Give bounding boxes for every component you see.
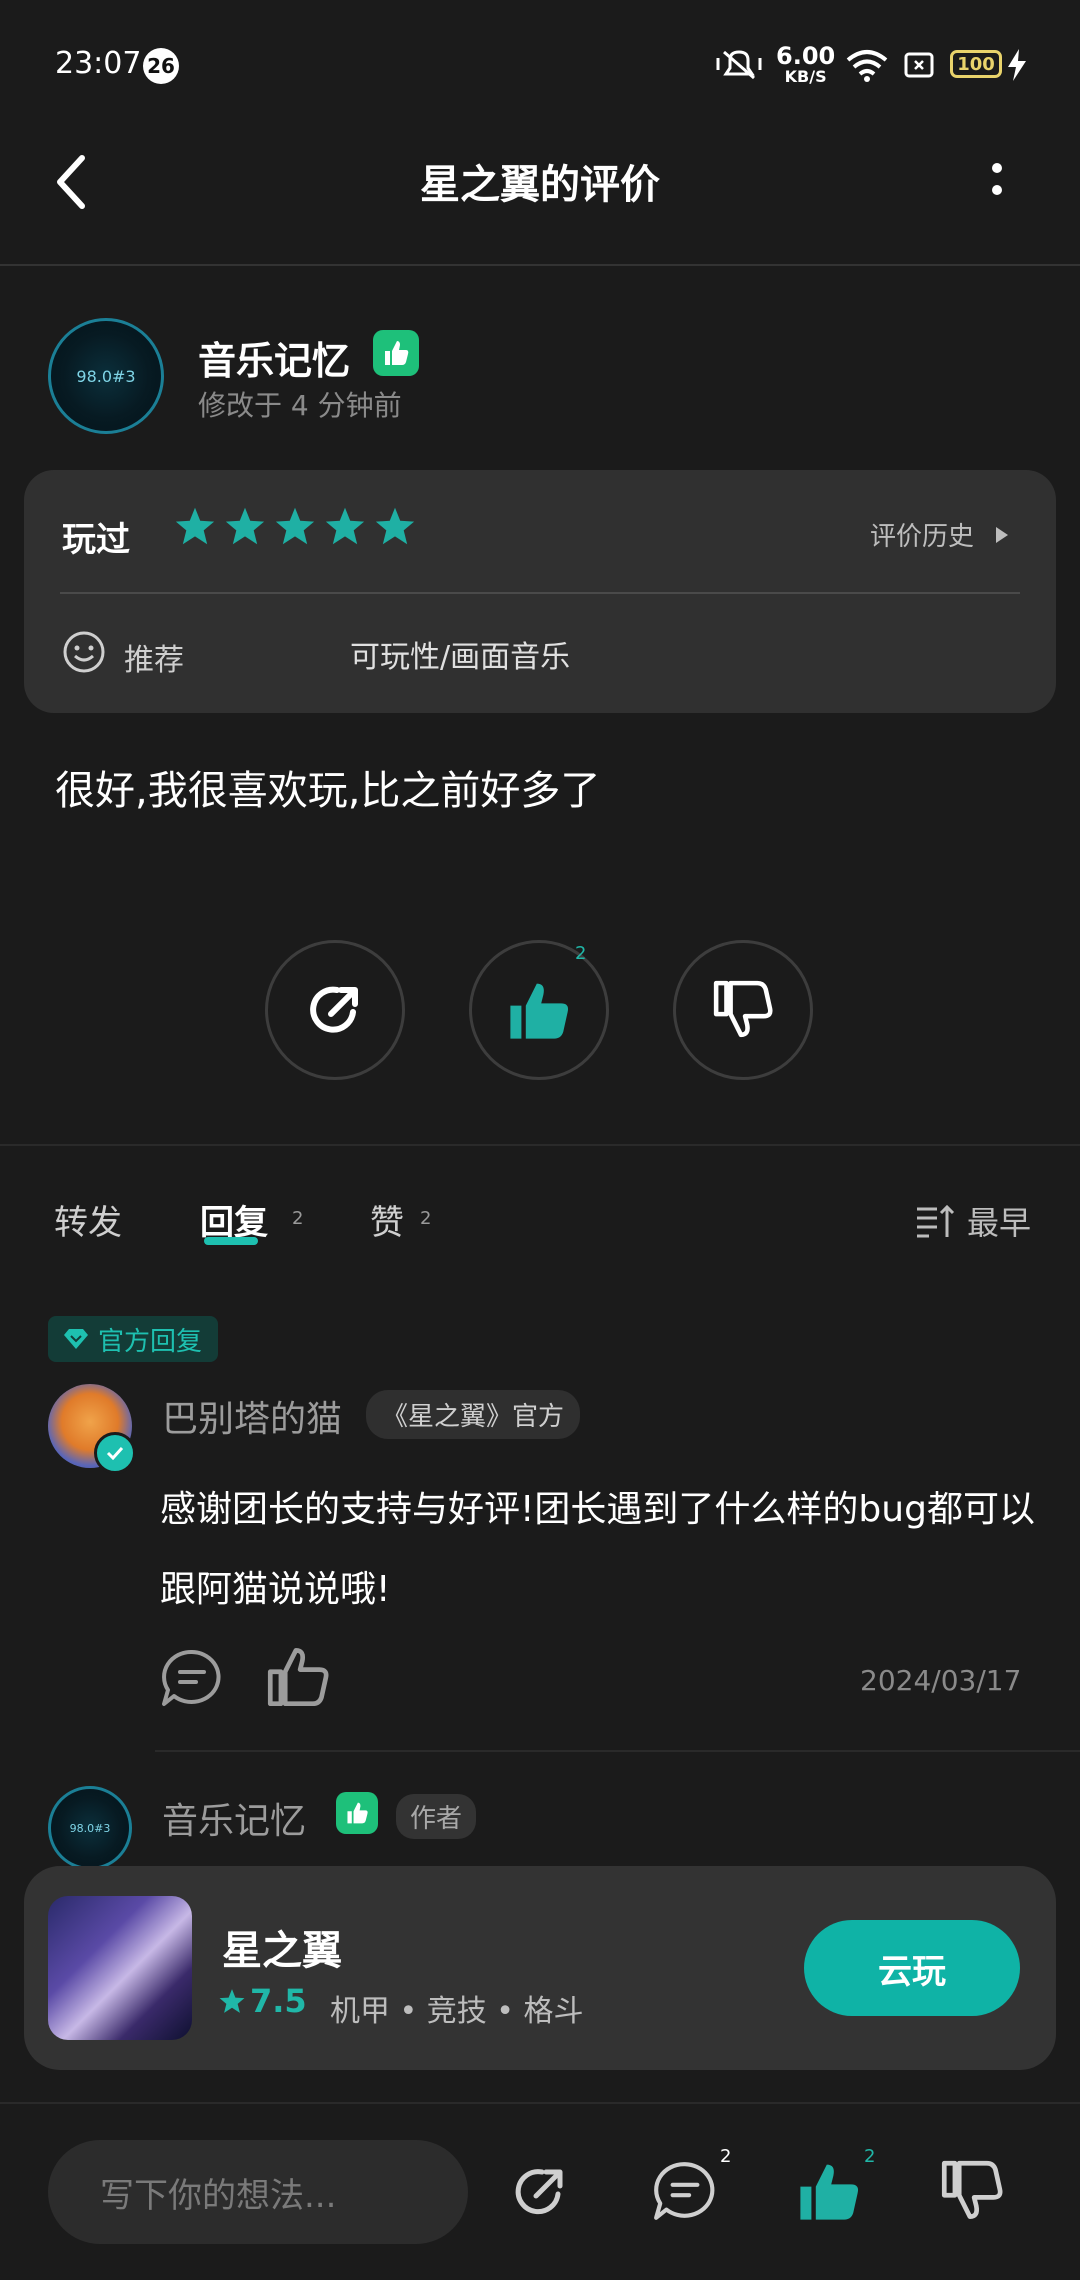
star-icon	[219, 1989, 245, 2013]
modified-time: 修改于 4 分钟前	[198, 389, 402, 422]
tab-likes-count: 2	[420, 1208, 432, 1229]
rating-history-link[interactable]: 评价历史	[870, 516, 1010, 553]
share-icon[interactable]	[508, 2160, 572, 2224]
recommend-badge-icon	[336, 1792, 378, 1834]
battery-indicator: 100	[950, 50, 1002, 78]
star-icon	[325, 507, 365, 545]
status-bar: 23:07 26 6.00 KB/S 100	[0, 0, 1080, 120]
game-cover-image[interactable]	[48, 1896, 192, 2040]
star-icon	[375, 507, 415, 545]
recommend-badge-icon	[373, 330, 419, 376]
star-icon	[225, 507, 265, 545]
comment-input[interactable]: 写下你的想法...	[48, 2140, 468, 2244]
replier-name[interactable]: 巴别塔的猫	[162, 1390, 342, 1442]
tab-likes[interactable]: 赞	[370, 1195, 404, 1244]
review-tags: 可玩性/画面音乐	[350, 640, 571, 675]
recommend-label: 推荐	[124, 643, 184, 678]
more-options-icon[interactable]	[984, 160, 1010, 200]
page-title: 星之翼的评价	[420, 162, 660, 208]
reply-date: 2024/03/17	[860, 1664, 1022, 1697]
thumbs-down-icon[interactable]	[940, 2160, 1004, 2222]
play-triangle-icon	[996, 527, 1009, 543]
cloud-play-button[interactable]: 云玩	[804, 1920, 1020, 2016]
comment-icon[interactable]	[652, 2160, 718, 2222]
bottom-divider	[0, 2102, 1080, 2104]
played-label: 玩过	[62, 520, 130, 560]
second-replier-avatar[interactable]: 98.0#3	[48, 1786, 132, 1870]
comment-icon[interactable]	[160, 1648, 224, 1708]
tab-repost[interactable]: 转发	[54, 1195, 122, 1244]
thumbs-down-icon	[713, 980, 773, 1038]
author-tag: 作者	[396, 1794, 477, 1839]
author-avatar[interactable]: 98.0#3	[48, 318, 164, 434]
like-count: 2	[575, 943, 587, 964]
like-count: 2	[864, 2146, 876, 2167]
status-time: 23:07	[55, 46, 142, 81]
tab-replies-count: 2	[292, 1208, 304, 1229]
official-org-tag: 《星之翼》官方	[366, 1390, 581, 1439]
reply-like-icon[interactable]	[266, 1646, 330, 1706]
share-button[interactable]	[265, 940, 405, 1080]
card-divider	[60, 592, 1020, 594]
thumbs-up-icon[interactable]	[796, 2160, 862, 2222]
sort-toggle[interactable]: 最早	[915, 1198, 1031, 1244]
header-divider	[0, 264, 1080, 266]
network-speed: 6.00 KB/S	[776, 42, 836, 86]
like-button[interactable]	[469, 940, 609, 1080]
share-icon	[310, 986, 358, 1033]
diamond-icon	[64, 1329, 88, 1349]
dislike-button[interactable]	[673, 940, 813, 1080]
reply-count: 2	[720, 2146, 732, 2167]
thumbs-up-icon	[510, 983, 569, 1039]
sim-card-icon	[904, 52, 934, 78]
official-reply-text: 感谢团长的支持与好评!团长遇到了什么样的bug都可以跟阿猫说说哦!	[160, 1489, 1035, 1610]
game-score: 7.5	[218, 1982, 307, 2020]
smiley-icon	[63, 631, 105, 673]
star-icon	[175, 507, 215, 545]
official-reply-tag: 官方回复	[48, 1316, 219, 1362]
section-divider	[0, 1144, 1080, 1146]
reply-divider	[155, 1750, 1080, 1752]
second-replier-name[interactable]: 音乐记忆	[162, 1792, 306, 1844]
author-name[interactable]: 音乐记忆	[198, 330, 350, 385]
review-text: 很好,我很喜欢玩,比之前好多了	[55, 768, 601, 814]
star-rating	[174, 506, 416, 546]
active-tab-indicator	[204, 1237, 258, 1245]
wifi-icon	[846, 50, 888, 82]
game-tags: 机甲 • 竞技 • 格斗	[330, 1994, 584, 2029]
mute-vibrate-icon	[716, 50, 762, 80]
charging-icon	[1008, 49, 1026, 81]
verified-check-icon	[94, 1432, 136, 1474]
notification-count-badge: 26	[143, 48, 179, 84]
sort-icon	[917, 1204, 955, 1238]
star-icon	[275, 507, 315, 545]
game-name: 星之翼	[222, 1928, 342, 1974]
